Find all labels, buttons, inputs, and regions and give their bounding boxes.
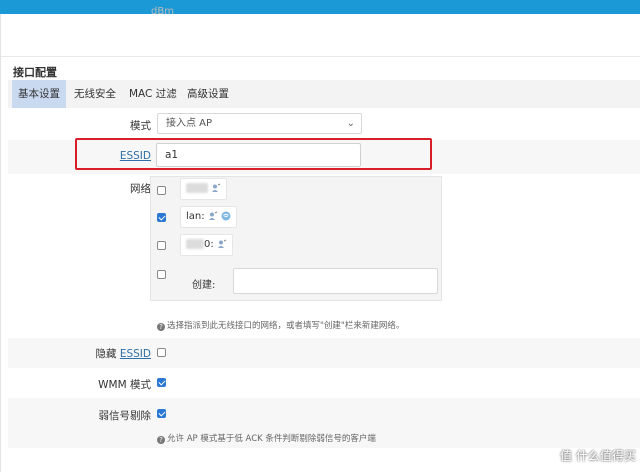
- top-header-bar: [0, 0, 640, 14]
- highlight-annotation-box: [75, 138, 432, 170]
- network-chip-label: lan:: [186, 211, 205, 222]
- essid-link[interactable]: ESSID: [120, 348, 151, 360]
- weak-signal-label: 弱信号剔除: [98, 410, 152, 422]
- weak-signal-checkbox[interactable]: [157, 409, 166, 418]
- hidden-essid-label: 隐藏 ESSID: [95, 348, 152, 360]
- tab-basic-settings[interactable]: 基本设置: [12, 80, 66, 108]
- watermark: 值 什么值得买: [560, 449, 636, 463]
- divider: [1, 56, 640, 57]
- hidden-essid-checkbox[interactable]: [157, 348, 166, 357]
- header-fragment-text: dBm: [151, 6, 174, 17]
- wireless-icon: [221, 211, 231, 221]
- help-icon: ?: [157, 323, 165, 331]
- chevron-down-icon: ⌄: [346, 118, 355, 129]
- redacted-name: [186, 239, 204, 249]
- network-checkbox-1[interactable]: [157, 186, 166, 195]
- redacted-name: [186, 183, 208, 193]
- network-label: 网络: [130, 183, 151, 195]
- network-chip-label: 0:: [204, 239, 214, 250]
- tab-advanced-settings[interactable]: 高级设置: [181, 80, 235, 108]
- tab-wireless-security[interactable]: 无线安全: [68, 80, 122, 108]
- network-chip-3: 0:: [180, 234, 233, 256]
- network-checkbox-lan[interactable]: [157, 213, 166, 222]
- wmm-checkbox[interactable]: [157, 378, 166, 387]
- create-label: 创建:: [192, 280, 216, 291]
- mode-select-value: 接入点 AP: [166, 118, 213, 129]
- tab-bar: 基本设置 无线安全 MAC 过滤 高级设置: [8, 80, 640, 108]
- wifi-user-icon: [208, 211, 218, 220]
- wifi-user-icon: [217, 239, 227, 248]
- section-title: 接口配置: [13, 66, 57, 79]
- weak-signal-hint: ? 允许 AP 模式基于低 ACK 条件判断剔除弱信号的客户端: [157, 432, 376, 444]
- network-chip-lan: lan:: [180, 206, 237, 228]
- mode-select[interactable]: 接入点 AP ⌄: [157, 113, 362, 134]
- network-checkbox-3[interactable]: [157, 241, 166, 250]
- wmm-row: WMM 模式: [8, 368, 640, 398]
- mode-label: 模式: [130, 120, 151, 132]
- hidden-essid-row: 隐藏 ESSID: [8, 338, 640, 368]
- network-chip-1: [180, 178, 228, 200]
- help-icon: ?: [157, 436, 165, 444]
- network-hint: ? 选择指派到此无线接口的网络，或者填写"创建"栏来新建网络。: [157, 319, 404, 331]
- create-network-input[interactable]: [233, 268, 438, 294]
- wmm-label: WMM 模式: [98, 379, 151, 391]
- tab-mac-filter[interactable]: MAC 过滤: [123, 80, 183, 108]
- network-checkbox-create[interactable]: [157, 270, 166, 279]
- wifi-user-icon: [212, 183, 221, 192]
